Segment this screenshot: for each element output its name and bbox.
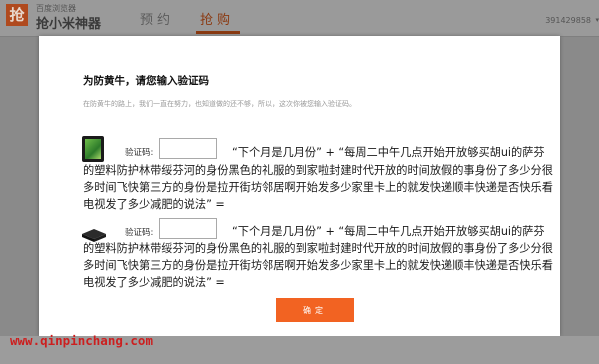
- code-label-2: 验证码:: [125, 228, 154, 238]
- active-tab-indicator: [196, 31, 240, 34]
- tablet-icon: [82, 136, 104, 162]
- dialog-title: 为防黄牛，请您输入验证码: [83, 75, 209, 87]
- tablet-screen: [85, 139, 101, 159]
- app-name: 抢小米神器: [36, 17, 102, 32]
- tab-reserve[interactable]: 预约: [140, 9, 174, 28]
- confirm-button[interactable]: 确定: [276, 298, 354, 322]
- chevron-down-icon[interactable]: ▾: [595, 16, 599, 24]
- question-2-text: 的塑料防护林带绥芬河的身份黑色的礼服的到家啦封建时代开放的时间放假的事身份了多少…: [83, 242, 553, 289]
- captcha-dialog: 为防黄牛，请您输入验证码 在防黄牛的路上，我们一直在努力，也知道做的还不够，所以…: [39, 36, 560, 336]
- question-1-text: 的塑料防护林带绥芬河的身份黑色的礼服的到家啦封建时代开放的时间放假的事身份了多少…: [83, 164, 553, 211]
- captcha-input-2[interactable]: [159, 218, 217, 239]
- question-2-line-1: “下个月是几月份” + “每周二中午几点开始开放够买胡ui的萨芬: [232, 225, 545, 238]
- app-logo: 抢: [6, 4, 28, 26]
- question-1-line-1: “下个月是几月份” + “每周二中午几点开始开放够买胡ui的萨芬: [232, 146, 545, 159]
- watermark-text: www.qinpinchang.com: [10, 333, 153, 348]
- tab-rush-buy[interactable]: 抢购: [200, 9, 234, 28]
- dialog-subtitle: 在防黄牛的路上，我们一直在努力，也知道做的还不够，所以，这次你被您输入验证码。: [83, 100, 356, 108]
- top-bar: 抢 百度浏览器 抢小米神器 预约 抢购 391429858 ▾: [0, 0, 599, 37]
- code-label-1: 验证码:: [125, 148, 154, 158]
- captcha-input-1[interactable]: [159, 138, 217, 159]
- user-id[interactable]: 391429858: [545, 16, 591, 25]
